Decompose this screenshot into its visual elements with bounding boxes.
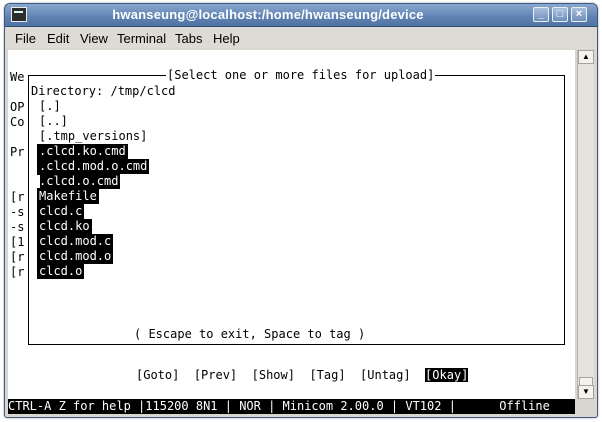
file-item[interactable]: clcd.o: [37, 264, 85, 279]
text-cursor: [34, 175, 40, 188]
menu-tabs[interactable]: Tabs: [175, 31, 202, 46]
background-line: OP: [10, 100, 25, 114]
background-line: [r: [10, 190, 25, 204]
scroll-down-icon[interactable]: ▼: [578, 385, 594, 399]
background-line: -s: [10, 220, 25, 234]
file-item[interactable]: clcd.c: [37, 204, 85, 219]
file-item[interactable]: .clcd.mod.o.cmd: [37, 159, 150, 174]
dialog-buttons: [Goto] [Prev] [Show] [Tag] [Untag] [Okay…: [136, 368, 469, 383]
background-line: -s: [10, 205, 25, 219]
minicom-status-bar: CTRL-A Z for help |115200 8N1 | NOR | Mi…: [8, 399, 575, 414]
tag-button[interactable]: [Tag]: [309, 368, 345, 382]
menu-view[interactable]: View: [80, 31, 108, 46]
file-item[interactable]: [.tmp_versions]: [37, 129, 149, 144]
menu-terminal[interactable]: Terminal: [117, 31, 166, 46]
background-line: [1: [10, 235, 25, 249]
file-item[interactable]: [.]: [37, 99, 63, 114]
goto-button[interactable]: [Goto]: [136, 368, 179, 382]
directory-label: Directory: /tmp/clcd: [31, 84, 176, 98]
file-item[interactable]: Makefile: [37, 189, 99, 204]
dialog-title: [Select one or more files for upload]: [166, 68, 436, 83]
maximize-icon[interactable]: □: [552, 7, 568, 22]
okay-button[interactable]: [Okay]: [425, 368, 469, 382]
minimize-icon[interactable]: _: [533, 7, 549, 22]
terminal-screen[interactable]: We OP Co Pr [r -s -s [1 [r [r [Select on…: [8, 50, 575, 399]
background-line: Co: [10, 115, 25, 129]
show-button[interactable]: [Show]: [252, 368, 295, 382]
untag-button[interactable]: [Untag]: [360, 368, 411, 382]
background-line: Pr: [10, 145, 25, 159]
title-bar[interactable]: hwanseung@localhost:/home/hwanseung/devi…: [5, 4, 597, 27]
menu-help[interactable]: Help: [213, 31, 240, 46]
file-item[interactable]: clcd.ko: [37, 219, 92, 234]
background-line: [r: [10, 265, 25, 279]
file-item[interactable]: clcd.mod.o: [37, 249, 114, 264]
file-item[interactable]: .clcd.o.cmd: [37, 174, 121, 189]
window-title: hwanseung@localhost:/home/hwanseung/devi…: [112, 7, 424, 22]
prev-button[interactable]: [Prev]: [194, 368, 237, 382]
scroll-up-icon[interactable]: ▲: [578, 50, 594, 64]
menu-edit[interactable]: Edit: [47, 31, 69, 46]
background-line: [r: [10, 250, 25, 264]
file-item[interactable]: clcd.mod.c: [37, 234, 114, 249]
file-item[interactable]: .clcd.ko.cmd: [37, 144, 128, 159]
vertical-scrollbar[interactable]: ▲ ▼: [577, 50, 594, 399]
menu-bar: File Edit View Terminal Tabs Help: [5, 27, 597, 49]
menu-file[interactable]: File: [15, 31, 36, 46]
dialog-hint: ( Escape to exit, Space to tag ): [134, 327, 366, 341]
file-upload-dialog: [Select one or more files for upload] Di…: [28, 68, 565, 345]
terminal-window: hwanseung@localhost:/home/hwanseung/devi…: [4, 3, 598, 418]
close-icon[interactable]: ×: [571, 7, 587, 22]
background-line: We: [10, 70, 25, 84]
file-item[interactable]: [..]: [37, 114, 70, 129]
